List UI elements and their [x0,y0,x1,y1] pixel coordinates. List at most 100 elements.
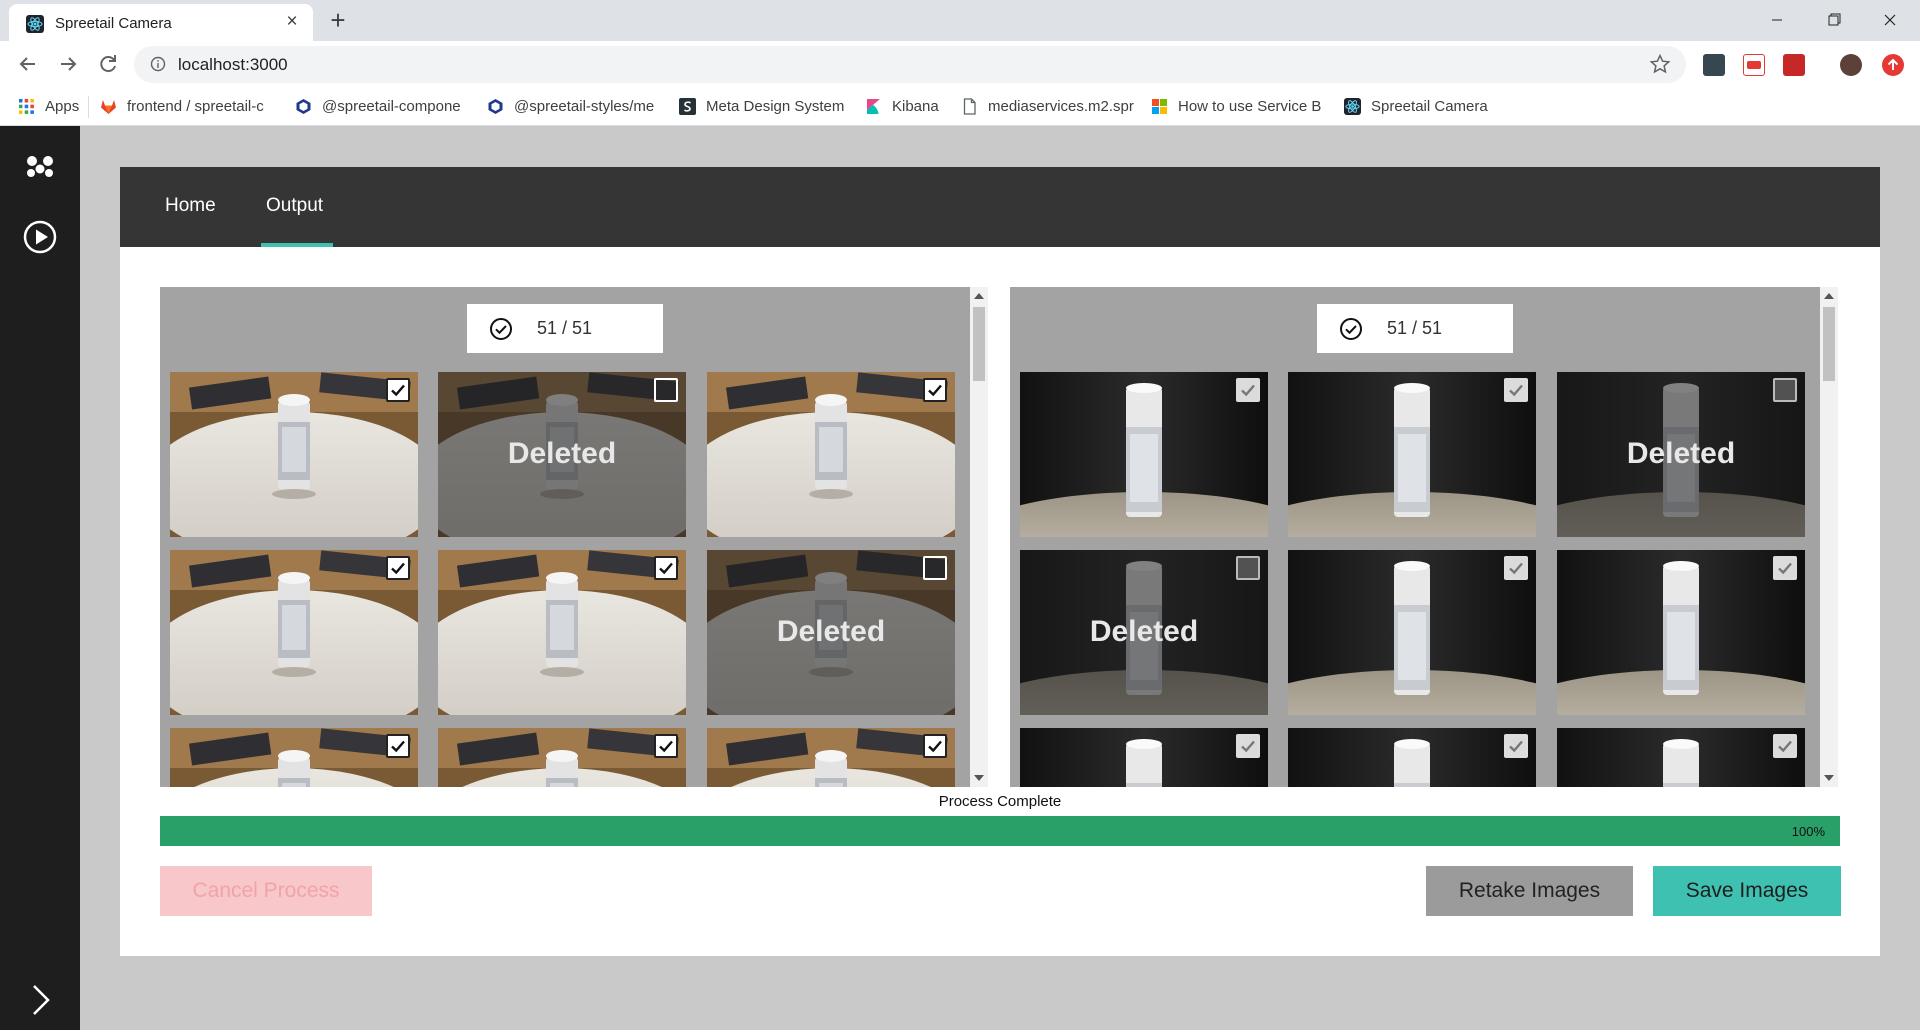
image-thumbnail[interactable] [707,728,955,787]
bookmark-components[interactable]: @spreetail-compone [295,94,461,118]
browser-tab[interactable]: Spreetail Camera × [9,4,313,41]
image-thumbnail[interactable] [1288,550,1536,715]
scroll-thumb[interactable] [973,307,985,381]
bookmark-label: Apps [45,97,80,115]
image-thumbnail[interactable]: Deleted [438,372,686,537]
image-thumbnail[interactable] [707,372,955,537]
bookmark-label: Kibana [892,97,939,115]
image-thumbnail[interactable] [1288,372,1536,537]
retake-images-button[interactable]: Retake Images [1426,866,1633,916]
image-checkbox[interactable] [923,556,947,580]
cancel-process-button[interactable]: Cancel Process [160,866,372,916]
image-thumbnail[interactable]: Deleted [707,550,955,715]
close-window-icon[interactable] [1862,0,1918,40]
image-checkbox[interactable] [386,556,410,580]
image-checkbox[interactable] [1236,734,1260,758]
image-checkbox[interactable] [1504,734,1528,758]
extension-icon[interactable] [1783,54,1805,76]
tab-output[interactable]: Output [266,195,323,217]
scrollbar[interactable] [1820,287,1838,787]
new-tab-icon[interactable]: + [325,7,351,33]
back-icon[interactable] [14,50,42,78]
image-checkbox[interactable] [654,378,678,402]
image-thumbnail[interactable] [1557,728,1805,787]
image-checkbox[interactable] [1236,378,1260,402]
scroll-down-icon[interactable] [974,775,984,781]
close-tab-icon[interactable]: × [282,12,302,32]
image-checkbox[interactable] [654,556,678,580]
selection-counter: 51 / 51 [467,304,663,353]
forward-icon[interactable] [54,50,82,78]
image-thumbnail[interactable] [1020,372,1268,537]
bookmark-gitlab[interactable]: frontend / spreetail-c [100,94,264,118]
chevron-right-icon[interactable] [22,980,58,1020]
bookmark-service[interactable]: How to use Service B [1151,94,1321,118]
image-thumbnail[interactable] [1557,550,1805,715]
image-thumbnail[interactable] [170,728,418,787]
active-tab-indicator [261,243,333,247]
image-checkbox[interactable] [386,734,410,758]
image-checkbox[interactable] [1236,556,1260,580]
url-text: localhost:3000 [178,55,288,74]
selection-counter: 51 / 51 [1317,304,1513,353]
reload-icon[interactable] [94,50,122,78]
bookmark-meta-design[interactable]: Meta Design System [679,94,844,118]
address-bar[interactable]: localhost:3000 [134,46,1686,83]
image-thumbnail[interactable] [1020,728,1268,787]
save-images-button[interactable]: Save Images [1653,866,1841,916]
image-thumbnail[interactable] [1288,728,1536,787]
left-image-panel[interactable]: 51 / 51 Deleted Deleted [160,287,988,787]
bookmark-kibana[interactable]: Kibana [865,94,939,118]
tab-home[interactable]: Home [165,195,216,217]
image-thumbnail[interactable] [438,728,686,787]
bookmark-mediaservices[interactable]: mediaservices.m2.spr [961,94,1134,118]
image-thumbnail[interactable] [170,372,418,537]
scroll-thumb[interactable] [1823,307,1835,381]
minimize-icon[interactable] [1749,0,1805,40]
image-checkbox[interactable] [1773,378,1797,402]
image-checkbox[interactable] [1773,556,1797,580]
gitlab-icon [101,99,116,114]
avatar[interactable] [1840,54,1862,76]
right-image-panel[interactable]: 51 / 51 Deleted Deleted [1010,287,1838,787]
image-thumbnail[interactable] [438,550,686,715]
scroll-up-icon[interactable] [974,293,984,299]
extension-icon[interactable] [1743,54,1765,76]
image-checkbox[interactable] [1504,378,1528,402]
image-checkbox[interactable] [654,734,678,758]
logo-icon[interactable] [20,146,60,186]
update-icon[interactable] [1882,54,1904,76]
counter-text: 51 / 51 [537,318,593,338]
bookmark-label: Meta Design System [706,97,845,115]
react-icon [26,15,44,33]
restore-icon[interactable] [1805,0,1861,40]
scrollbar[interactable] [970,287,988,787]
design-system-icon [679,97,696,115]
document-icon [963,97,976,115]
bookmark-star-icon[interactable] [1649,53,1671,75]
deleted-label: Deleted [1089,615,1199,648]
image-checkbox[interactable] [1773,734,1797,758]
process-status: Process Complete [938,793,1062,810]
play-icon[interactable] [20,217,60,257]
image-checkbox[interactable] [386,378,410,402]
image-checkbox[interactable] [923,734,947,758]
react-icon [1344,97,1361,115]
scroll-down-icon[interactable] [1824,775,1834,781]
bookmark-spreetail-camera[interactable]: Spreetail Camera [1344,94,1488,118]
bookmarks-bar: Apps frontend / spreetail-c @spreetail-c… [0,88,1920,126]
image-thumbnail[interactable]: Deleted [1557,372,1805,537]
check-circle-icon [490,318,512,340]
info-icon[interactable] [150,56,166,72]
image-thumbnail[interactable]: Deleted [1020,550,1268,715]
bookmark-label: Spreetail Camera [1371,97,1488,115]
image-checkbox[interactable] [1504,556,1528,580]
image-thumbnail[interactable] [170,550,418,715]
image-checkbox[interactable] [923,378,947,402]
bookmark-label: @spreetail-styles/me [514,97,655,115]
progress-percent: 100% [1791,824,1825,839]
extension-icon[interactable] [1703,54,1725,76]
bookmark-apps[interactable]: Apps [18,94,79,118]
scroll-up-icon[interactable] [1824,293,1834,299]
bookmark-styles[interactable]: @spreetail-styles/me [487,94,654,118]
